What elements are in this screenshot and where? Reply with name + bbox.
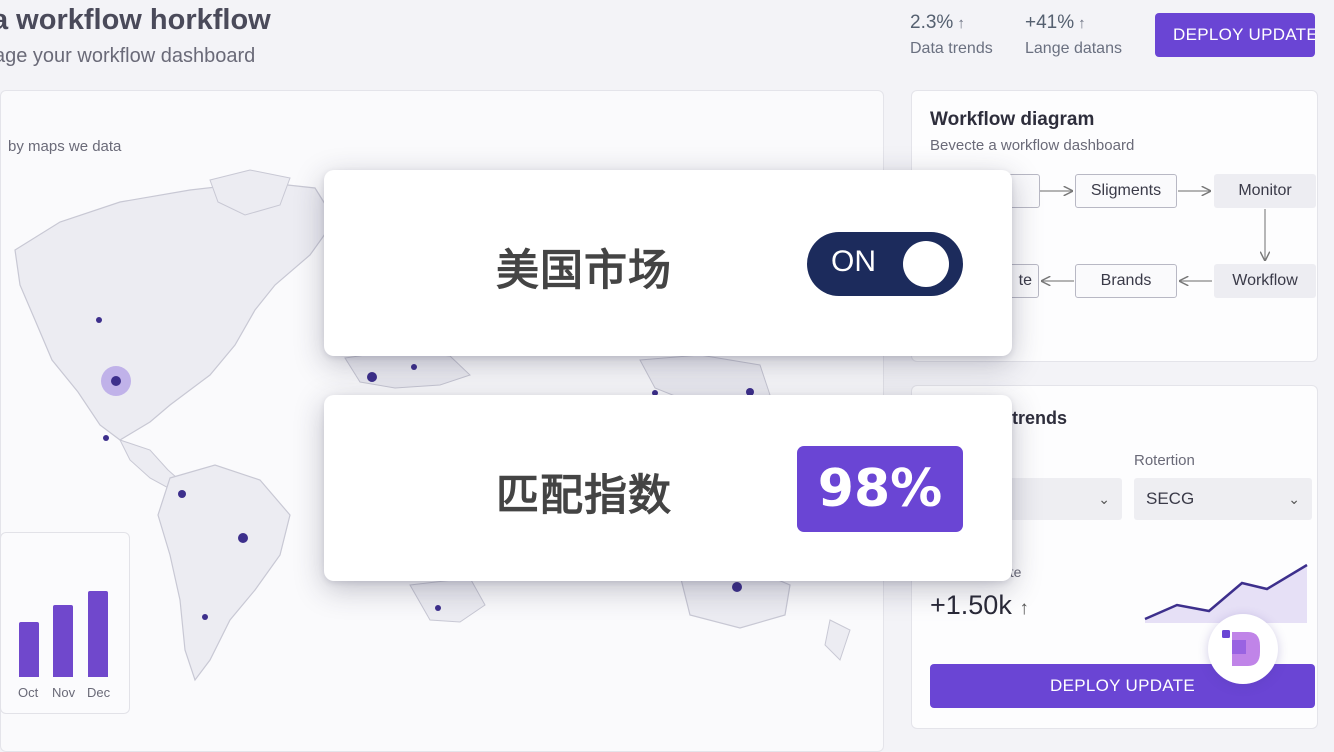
match-index-card: 匹配指数 98% [324, 395, 1012, 581]
new-zealand-shape [824, 619, 851, 661]
update-number: +1.50k [930, 590, 1012, 620]
toggle-state: ON [831, 245, 876, 278]
map-marker [103, 435, 109, 441]
match-label: 匹配指数 [496, 471, 672, 521]
bar-chart-card: Oct Nov Dec [0, 532, 130, 714]
stat-label: Lange datans [1025, 40, 1122, 57]
map-marker [411, 364, 417, 370]
rotation-select[interactable]: SECG ⌄ [1134, 478, 1312, 520]
bar-label-nov: Nov [52, 685, 76, 700]
stat-data-trends: 2.3% ↑ Data trends [910, 12, 993, 58]
page-subtitle: age your workflow dashboard [0, 45, 256, 67]
stat-label: Data trends [910, 40, 993, 57]
market-label: 美国市场 [496, 246, 672, 296]
brand-badge[interactable] [1208, 614, 1278, 684]
bar-nov [53, 605, 73, 677]
arrow-up-icon: ↑ [1019, 598, 1029, 619]
arrow-up-icon: ↑ [1078, 15, 1086, 32]
map-marker [367, 372, 377, 382]
north-america-shape [14, 181, 336, 441]
page-title: a workflow horkflow [0, 4, 271, 36]
stat-lange-datans: +41% ↑ Lange datans [1025, 12, 1122, 58]
stat-value: 2.3% [910, 12, 954, 33]
map-marker [178, 490, 186, 498]
map-marker [732, 582, 742, 592]
bar-oct [19, 622, 39, 677]
bar-label-oct: Oct [18, 685, 39, 700]
south-america-shape [157, 464, 291, 682]
rotation-value: SECG [1146, 489, 1195, 508]
market-toggle[interactable]: ON [807, 232, 963, 296]
chevron-down-icon: ⌄ [1098, 490, 1110, 507]
filter-select[interactable]: ⌄ [1002, 478, 1122, 520]
map-marker [202, 614, 208, 620]
toggle-knob [903, 241, 949, 287]
trends-title: trends [1012, 408, 1068, 428]
map-label: by maps we data [8, 138, 122, 155]
arrow-up-icon: ↑ [957, 15, 965, 32]
match-score-badge: 98% [797, 446, 963, 532]
deploy-update-button[interactable]: DEPLOY UPDATE [1155, 13, 1315, 57]
market-toggle-card: 美国市场 ON [324, 170, 1012, 356]
stat-value: +41% [1025, 12, 1075, 33]
map-marker [238, 533, 248, 543]
map-marker [111, 376, 121, 386]
bar-label-dec: Dec [87, 685, 111, 700]
header: a workflow horkflow age your workflow da… [0, 0, 1334, 82]
logo-icon [1222, 630, 1260, 666]
map-marker [435, 605, 441, 611]
africa-shape [409, 577, 486, 623]
chevron-down-icon: ⌄ [1288, 490, 1300, 507]
update-value: +1.50k ↑ [930, 590, 1029, 621]
map-marker [96, 317, 102, 323]
bar-dec [88, 591, 108, 677]
rotation-label: Rotertion [1134, 452, 1195, 469]
